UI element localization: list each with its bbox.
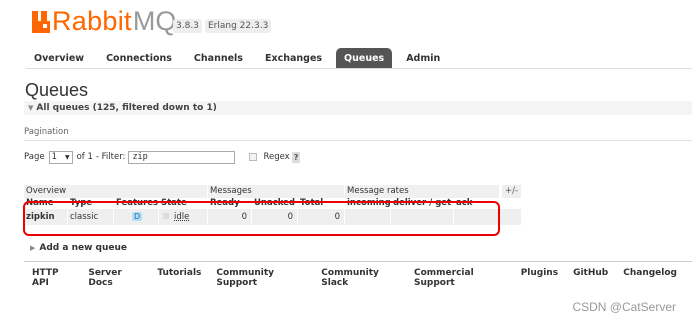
footer-link-community-support[interactable]: Community Support [216,268,306,288]
page-select-value: 1 [51,152,57,162]
footer-links: HTTP API Server Docs Tutorials Community… [32,268,692,288]
rabbitmq-logo-icon [32,11,50,33]
regex-checkbox[interactable] [249,153,258,161]
page-select[interactable]: 1 ▼ [48,150,73,164]
highlight-annotation-box [23,201,500,236]
pagination-divider [24,140,692,141]
filter-label: - Filter: [95,152,126,162]
tabs-divider [26,68,692,69]
table-group-header: Overview Messages Message rates +/- [24,185,522,198]
tab-connections[interactable]: Connections [98,48,180,68]
footer-link-community-slack[interactable]: Community Slack [321,268,399,288]
tab-admin[interactable]: Admin [398,48,448,68]
filter-input[interactable]: zip [128,150,236,164]
regex-help-button[interactable]: ? [291,151,301,163]
footer-link-server-docs[interactable]: Server Docs [88,268,142,288]
collapse-triangle-icon: ▼ [28,104,34,112]
all-queues-section-label: All queues (125, filtered down to 1) [36,103,217,113]
erlang-version-badge: Erlang 22.3.3 [205,19,272,33]
add-new-queue-label: Add a new queue [39,243,128,253]
pagination-controls: Page 1 ▼ of 1 - Filter: zip Regex ? [24,150,301,164]
tab-channels[interactable]: Channels [186,48,251,68]
add-new-queue-toggle[interactable]: ▶ Add a new queue [30,243,127,253]
all-queues-section-toggle[interactable]: ▼ All queues (125, filtered down to 1) [24,101,692,115]
group-message-rates: Message rates [345,185,500,198]
footer-link-http-api[interactable]: HTTP API [32,268,73,288]
tab-overview[interactable]: Overview [26,48,92,68]
logo-text-mq: MQ [132,6,177,36]
tab-queues[interactable]: Queues [336,48,393,68]
page-count-label: of 1 [76,152,93,162]
main-nav-tabs: Overview Connections Channels Exchanges … [26,48,454,68]
footer-link-changelog[interactable]: Changelog [623,268,677,288]
pagination-label: Pagination [24,127,69,137]
footer-link-commercial-support[interactable]: Commercial Support [414,268,506,288]
footer-link-tutorials[interactable]: Tutorials [157,268,201,288]
footer-link-plugins[interactable]: Plugins [521,268,558,288]
rabbitmq-logo: Rabbit MQ TM [32,8,190,35]
rabbitmq-version-badge: 3.8.3 [173,19,202,33]
footer-link-github[interactable]: GitHub [573,268,608,288]
regex-label: Regex [263,152,290,162]
chevron-down-icon: ▼ [64,153,70,161]
logo-text-rabbit: Rabbit [52,6,132,36]
group-overview: Overview [24,185,208,198]
page-label: Page [24,152,45,162]
page-title: Queues [25,80,89,100]
expand-triangle-icon: ▶ [30,244,36,252]
footer-divider [24,261,692,262]
watermark: CSDN @CatServer [572,300,676,314]
columns-toggle-button[interactable]: +/- [502,185,522,198]
tab-exchanges[interactable]: Exchanges [257,48,330,68]
group-messages: Messages [208,185,345,198]
